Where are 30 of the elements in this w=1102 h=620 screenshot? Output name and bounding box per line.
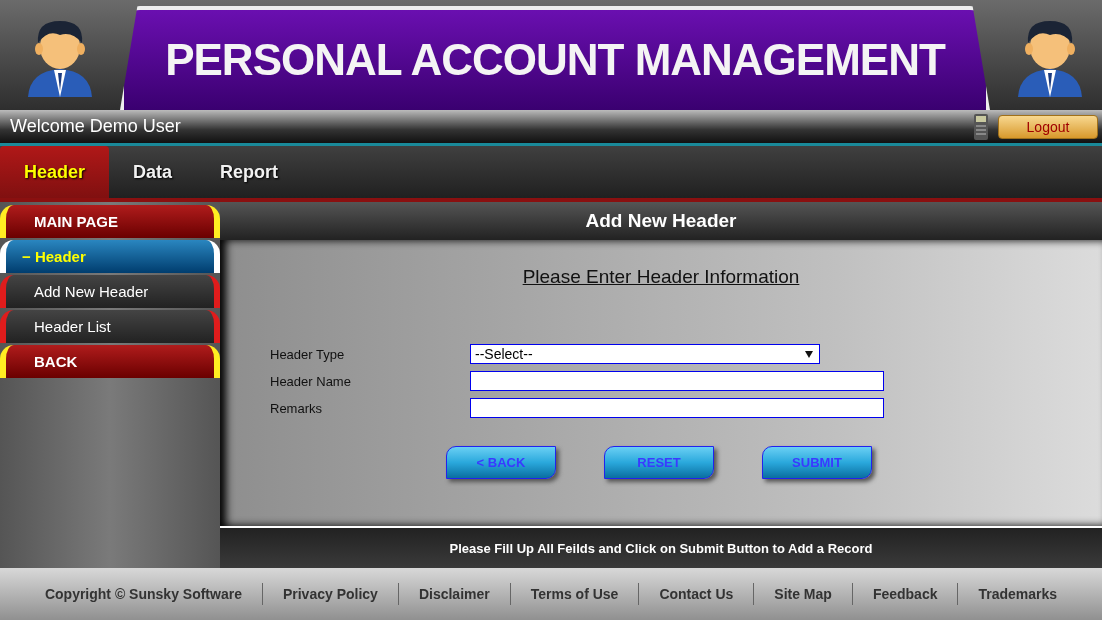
app-title: PERSONAL ACCOUNT MANAGEMENT bbox=[120, 6, 990, 110]
form-heading: Please Enter Header Information bbox=[521, 266, 801, 288]
panel-title: Add New Header bbox=[220, 202, 1102, 240]
select-field[interactable]: --Select-- bbox=[470, 344, 820, 364]
dropdown-arrow-icon bbox=[805, 350, 813, 358]
sidebar-item[interactable]: MAIN PAGE bbox=[0, 205, 220, 238]
sidebar-item[interactable]: Header List bbox=[0, 310, 220, 343]
nav-tab[interactable]: Data bbox=[109, 146, 197, 198]
field-label: Remarks bbox=[270, 400, 323, 416]
copyright-text: Copyright © Sunsky Software bbox=[43, 585, 243, 604]
input-field[interactable] bbox=[470, 398, 884, 418]
footer-link[interactable]: Disclaimer bbox=[397, 583, 510, 605]
sidebar-item[interactable]: BACK bbox=[0, 345, 220, 378]
input-field[interactable] bbox=[470, 371, 884, 391]
nav-tab[interactable]: Report bbox=[196, 146, 303, 198]
footer-link[interactable]: Terms of Use bbox=[509, 583, 639, 605]
footer-link[interactable]: Contact Us bbox=[638, 583, 754, 605]
footer-link[interactable]: Feedback bbox=[851, 583, 958, 605]
welcome-text: Welcome Demo User bbox=[10, 116, 182, 137]
field-label: Header Type bbox=[270, 346, 346, 362]
sidebar-item[interactable]: Add New Header bbox=[0, 275, 220, 308]
footer-link[interactable]: Site Map bbox=[753, 583, 852, 605]
footer-link[interactable]: Privacy Policy bbox=[261, 583, 398, 605]
nav-tab[interactable]: Header bbox=[0, 146, 110, 198]
logout-button[interactable]: Logout bbox=[998, 114, 1098, 139]
instruction-text: Please Fill Up All Feilds and Click on Submit Button to Add a Record bbox=[449, 540, 873, 556]
calculator-icon[interactable] bbox=[974, 113, 988, 140]
sidebar-item[interactable]: − Header bbox=[0, 240, 220, 273]
footer-link[interactable]: Trademarks bbox=[957, 583, 1078, 605]
field-label: Header Name bbox=[270, 373, 352, 389]
